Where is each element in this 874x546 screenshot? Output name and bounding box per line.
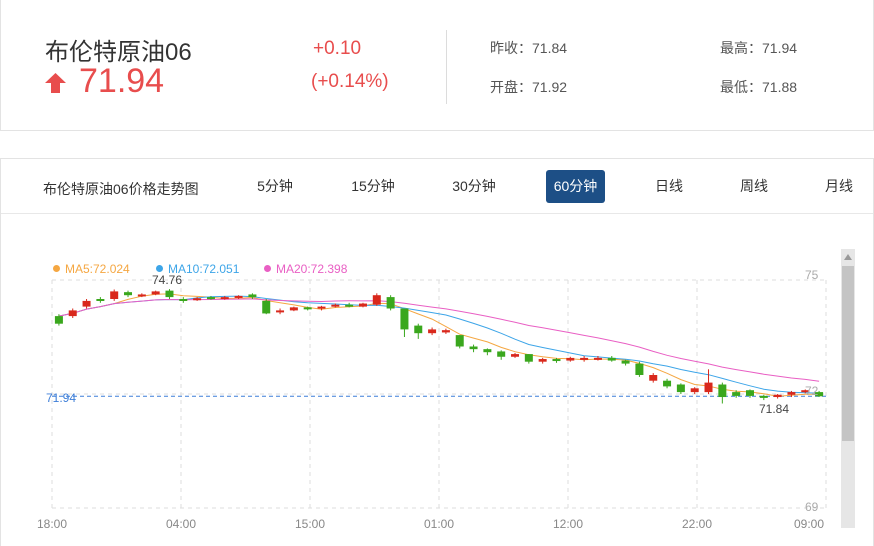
candle-body (303, 307, 312, 310)
candle-body (358, 303, 367, 307)
tab-monthly[interactable]: 月线 (818, 170, 860, 203)
high-value: 71.94 (762, 40, 798, 56)
candle-body (400, 308, 409, 330)
low-value: 71.88 (762, 79, 798, 95)
max-price-label: 74.76 (152, 273, 182, 287)
candle-body (635, 363, 644, 375)
candle-body (317, 306, 326, 309)
candle-body (248, 294, 257, 298)
y-tick-label: 75 (805, 268, 819, 282)
x-tick-label: 22:00 (682, 517, 712, 531)
candle-body (718, 384, 727, 398)
candle-body (151, 291, 160, 295)
x-tick-label: 01:00 (424, 517, 454, 531)
candle-body (372, 295, 381, 305)
candle-body (96, 299, 105, 301)
quote-panel: 布伦特原油06 71.94 +0.10 (+0.14%) 昨收：71.84 开盘… (0, 0, 874, 131)
min-price-label: 71.84 (759, 402, 789, 416)
candle-body (649, 375, 658, 381)
candlestick-chart[interactable]: 75 72 69 18:00 04:00 15:00 01:00 12:00 2… (0, 240, 874, 546)
candle-body (331, 304, 340, 307)
candle-body (54, 316, 63, 324)
low-label: 最低： (720, 79, 762, 95)
candle-body (759, 395, 768, 398)
candle-body (511, 354, 520, 357)
tab-60min[interactable]: 60分钟 (546, 170, 605, 203)
high-stat: 最高：71.94 (720, 38, 797, 58)
candle-body (690, 388, 699, 393)
x-tick-label: 15:00 (295, 517, 325, 531)
candle-body (345, 304, 354, 307)
candle-body (137, 294, 146, 297)
y-tick-label: 69 (805, 500, 819, 514)
candle-body (676, 384, 685, 393)
tab-15min[interactable]: 15分钟 (344, 170, 402, 203)
candle-body (497, 351, 506, 357)
open-stat: 开盘：71.92 (490, 77, 567, 97)
candle-body (552, 359, 561, 362)
price-change: +0.10 (313, 38, 362, 59)
tab-daily[interactable]: 日线 (648, 170, 690, 203)
candle-body (262, 300, 271, 314)
candle-body (787, 392, 796, 395)
candle-body (621, 360, 630, 364)
current-price-label: 71.94 (46, 391, 76, 405)
candle-body (469, 346, 478, 350)
candle-body (193, 298, 202, 301)
candle-body (428, 329, 437, 334)
x-tick-label: 04:00 (166, 517, 196, 531)
chart-title: 布伦特原油06价格走势图 (43, 181, 199, 197)
candle-body (455, 335, 464, 347)
tab-30min[interactable]: 30分钟 (445, 170, 503, 203)
open-value: 71.92 (532, 79, 568, 95)
candle-body (68, 310, 77, 317)
candle-body (524, 354, 533, 362)
candle-body (234, 295, 243, 298)
candle-body (607, 357, 616, 361)
x-tick-label: 12:00 (553, 517, 583, 531)
candle-body (593, 357, 602, 360)
tab-weekly[interactable]: 周线 (733, 170, 775, 203)
prev-close-stat: 昨收：71.84 (490, 38, 567, 58)
candle-body (82, 300, 91, 307)
candle-body (566, 357, 575, 361)
candle-body (110, 291, 119, 299)
x-tick-label: 09:00 (794, 517, 824, 531)
candle-body (745, 390, 754, 396)
candle-body (220, 297, 229, 300)
candle-body (165, 290, 174, 298)
prev-close-label: 昨收： (490, 40, 532, 56)
candle-body (663, 380, 672, 387)
x-tick-label: 18:00 (37, 517, 67, 531)
price-change-percent: (+0.14%) (311, 71, 389, 92)
candle-body (704, 382, 713, 393)
candle-body (483, 349, 492, 353)
high-label: 最高： (720, 40, 762, 56)
candle-body (386, 297, 395, 309)
candle-body (580, 357, 589, 360)
candle-body (732, 392, 741, 396)
prev-close-value: 71.84 (532, 40, 568, 56)
scrollbar-thumb[interactable] (842, 266, 854, 441)
open-label: 开盘： (490, 79, 532, 95)
low-stat: 最低：71.88 (720, 77, 797, 97)
candle-body (441, 330, 450, 333)
candle-body (276, 310, 285, 313)
last-price: 71.94 (79, 62, 165, 100)
candle-body (538, 359, 547, 362)
candle-body (289, 307, 298, 311)
candle-body (414, 325, 423, 334)
tab-5min[interactable]: 5分钟 (247, 170, 303, 203)
candle-body (124, 292, 133, 296)
up-arrow-icon (45, 73, 66, 93)
candle-body (179, 299, 188, 301)
candle-body (773, 394, 782, 398)
candle-body (206, 297, 215, 300)
y-tick-label: 72 (805, 384, 819, 398)
timeframe-tabs: 布伦特原油06价格走势图 5分钟 15分钟 30分钟 60分钟 日线 周线 月线 (1, 159, 873, 214)
chart-labels: 75 72 69 18:00 04:00 15:00 01:00 12:00 2… (37, 268, 824, 531)
divider (446, 30, 447, 104)
